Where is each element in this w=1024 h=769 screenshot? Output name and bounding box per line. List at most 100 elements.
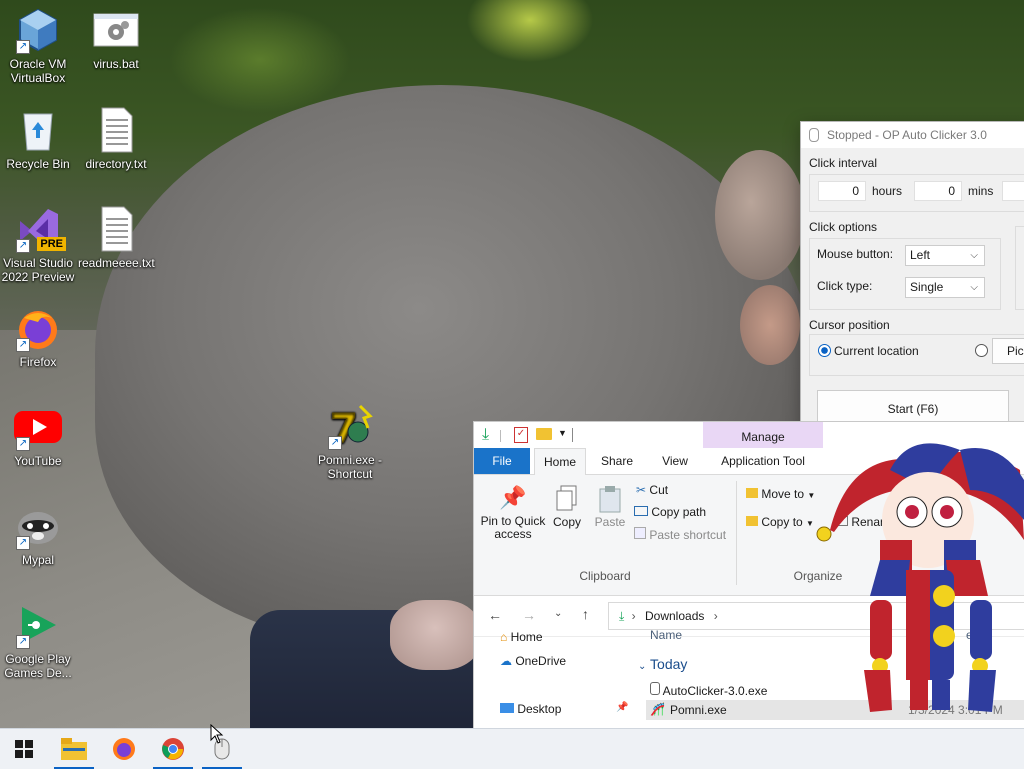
group-today[interactable]: ⌄ Today — [638, 656, 687, 672]
desktop-icon-recycle-bin[interactable]: Recycle Bin — [0, 106, 76, 171]
mouse-cursor-icon — [210, 724, 224, 744]
batch-file-icon — [92, 6, 140, 54]
mouse-button-select[interactable]: Left ⌵ — [905, 245, 985, 266]
copy-button[interactable]: Copy — [550, 485, 584, 529]
current-location-radio[interactable] — [818, 344, 831, 357]
pomni-character-overlay[interactable] — [810, 430, 1024, 728]
cut-label: Cut — [649, 483, 669, 497]
file-name: AutoClicker-3.0.exe — [662, 684, 768, 698]
click-interval-group: 0 hours 0 mins — [809, 174, 1024, 212]
desktop-icon-label: readmeeee.txt — [78, 256, 155, 270]
click-type-label: Click type: — [817, 279, 873, 293]
pick-location-button[interactable]: Pick — [992, 338, 1024, 364]
click-type-select[interactable]: Single ⌵ — [905, 277, 985, 298]
copy-path-icon — [634, 506, 648, 516]
pomni-exe-icon: 🎢 — [650, 702, 665, 716]
mouse-button-value: Left — [910, 248, 931, 262]
click-interval-label: Click interval — [809, 156, 878, 170]
qat-dropdown-icon[interactable]: ▼ — [558, 428, 567, 438]
desktop-icon-label: Oracle VM VirtualBox — [9, 57, 67, 85]
wallpaper-rat-nose — [740, 285, 800, 365]
hours-input[interactable]: 0 — [818, 181, 866, 201]
virtualbox-icon: ↗ — [14, 6, 62, 54]
copy-to-label: Copy to — [761, 515, 803, 529]
move-to-label: Move to — [761, 487, 805, 501]
paste-shortcut-button[interactable]: Paste shortcut — [634, 527, 726, 542]
chevron-down-icon: ⌵ — [970, 282, 978, 293]
taskbar-file-explorer[interactable] — [54, 729, 94, 769]
desktop-icon-pomni-shortcut[interactable]: 7 ↗ Pomni.exe - Shortcut — [312, 402, 388, 481]
desktop-icon-label: Pomni.exe - Shortcut — [317, 453, 383, 481]
group-today-label: Today — [650, 656, 688, 672]
tab-application-tools[interactable]: Application Tool — [703, 448, 823, 474]
move-to-button[interactable]: Move to ▼ — [746, 487, 815, 501]
desktop-icon-google-play-games[interactable]: ↗ Google Play Games De... — [0, 601, 76, 680]
desktop-icon-youtube[interactable]: ↗ YouTube — [0, 403, 76, 468]
pin-icon[interactable]: 📌 — [616, 702, 628, 713]
download-icon[interactable]: ⤓ — [482, 426, 489, 444]
pin-label: Pin to Quick access — [480, 514, 546, 541]
desktop-icon-mypal[interactable]: ↗ Mypal — [0, 502, 76, 567]
google-play-games-icon: ↗ — [14, 601, 62, 649]
column-header-name[interactable]: Name — [650, 628, 682, 642]
nav-desktop-label: Desktop — [517, 702, 562, 716]
manage-contextual-tab[interactable]: Manage — [703, 422, 823, 448]
paste-button[interactable]: Paste — [590, 485, 630, 529]
mins-label: mins — [968, 184, 994, 198]
taskbar — [0, 728, 1024, 769]
start-button[interactable] — [4, 729, 44, 769]
tab-share[interactable]: Share — [590, 448, 644, 474]
pick-location-radio[interactable] — [975, 344, 988, 357]
copy-path-button[interactable]: Copy path — [634, 505, 706, 519]
click-type-value: Single — [910, 280, 944, 294]
scissors-icon: ✂ — [636, 483, 647, 497]
desktop-icon-virus-bat[interactable]: virus.bat — [78, 6, 154, 71]
taskbar-firefox[interactable] — [104, 729, 144, 769]
pin-quick-access-button[interactable]: 📌 Pin to Quick access — [478, 485, 548, 541]
copy-label: Copy — [552, 515, 581, 529]
window-title: Stopped - OP Auto Clicker 3.0 — [827, 128, 987, 142]
hours-label: hours — [872, 184, 903, 198]
text-file-icon — [92, 106, 140, 154]
youtube-icon: ↗ — [14, 403, 62, 451]
chrome-icon — [162, 738, 184, 760]
desktop-icon-directory-txt[interactable]: directory.txt — [78, 106, 154, 171]
auto-clicker-titlebar[interactable]: Stopped - OP Auto Clicker 3.0 — [801, 122, 1024, 148]
seconds-input[interactable] — [1002, 181, 1024, 201]
mins-input[interactable]: 0 — [914, 181, 962, 201]
click-options-group: Mouse button: Left ⌵ Click type: Single ⌵ — [809, 238, 1001, 310]
list-item[interactable]: AutoClicker-3.0.exe — [650, 682, 767, 698]
nav-item-onedrive[interactable]: ☁ OneDrive — [500, 654, 566, 668]
current-location-label: Current location — [834, 344, 919, 358]
desktop-icon — [500, 703, 514, 713]
pin-icon: 📌 — [499, 485, 527, 510]
pomni-exe-icon: 7 ↗ — [326, 402, 374, 453]
click-options-label: Click options — [809, 220, 878, 234]
desktop-icon-firefox[interactable]: ↗ Firefox — [0, 304, 76, 369]
visual-studio-icon: PRE ↗ — [14, 205, 66, 253]
desktop-icon-virtualbox[interactable]: ↗ Oracle VM VirtualBox — [0, 6, 76, 85]
tab-home[interactable]: Home — [534, 448, 586, 475]
paste-shortcut-label: Paste shortcut — [649, 528, 727, 542]
recycle-bin-icon — [14, 106, 62, 154]
taskbar-chrome[interactable] — [153, 729, 193, 769]
firefox-icon — [113, 738, 135, 760]
nav-item-desktop[interactable]: Desktop — [500, 702, 561, 716]
tab-file[interactable]: File — [474, 448, 530, 474]
copy-to-button[interactable]: Copy to ▼ — [746, 515, 814, 529]
desktop-icon-label: Recycle Bin — [6, 157, 70, 171]
properties-icon[interactable]: ✓ — [514, 427, 528, 443]
desktop-icon-label: Mypal — [21, 553, 54, 567]
exe-file-icon — [650, 682, 660, 695]
desktop-icon-readme-txt[interactable]: readmeeee.txt — [78, 205, 155, 270]
navigation-pane: ⌂ Home ☁ OneDrive Desktop 📌 — [474, 614, 634, 732]
cut-button[interactable]: ✂ Cut — [636, 483, 668, 497]
text-file-icon — [92, 205, 140, 253]
desktop-icon-visual-studio[interactable]: PRE ↗ Visual Studio 2022 Preview — [0, 205, 76, 284]
new-folder-icon[interactable] — [536, 428, 552, 440]
nav-onedrive-label: OneDrive — [515, 654, 567, 668]
home-icon: ⌂ — [500, 630, 508, 644]
nav-item-home[interactable]: ⌂ Home — [500, 630, 543, 644]
paste-label: Paste — [594, 515, 626, 529]
tab-view[interactable]: View — [648, 448, 702, 474]
